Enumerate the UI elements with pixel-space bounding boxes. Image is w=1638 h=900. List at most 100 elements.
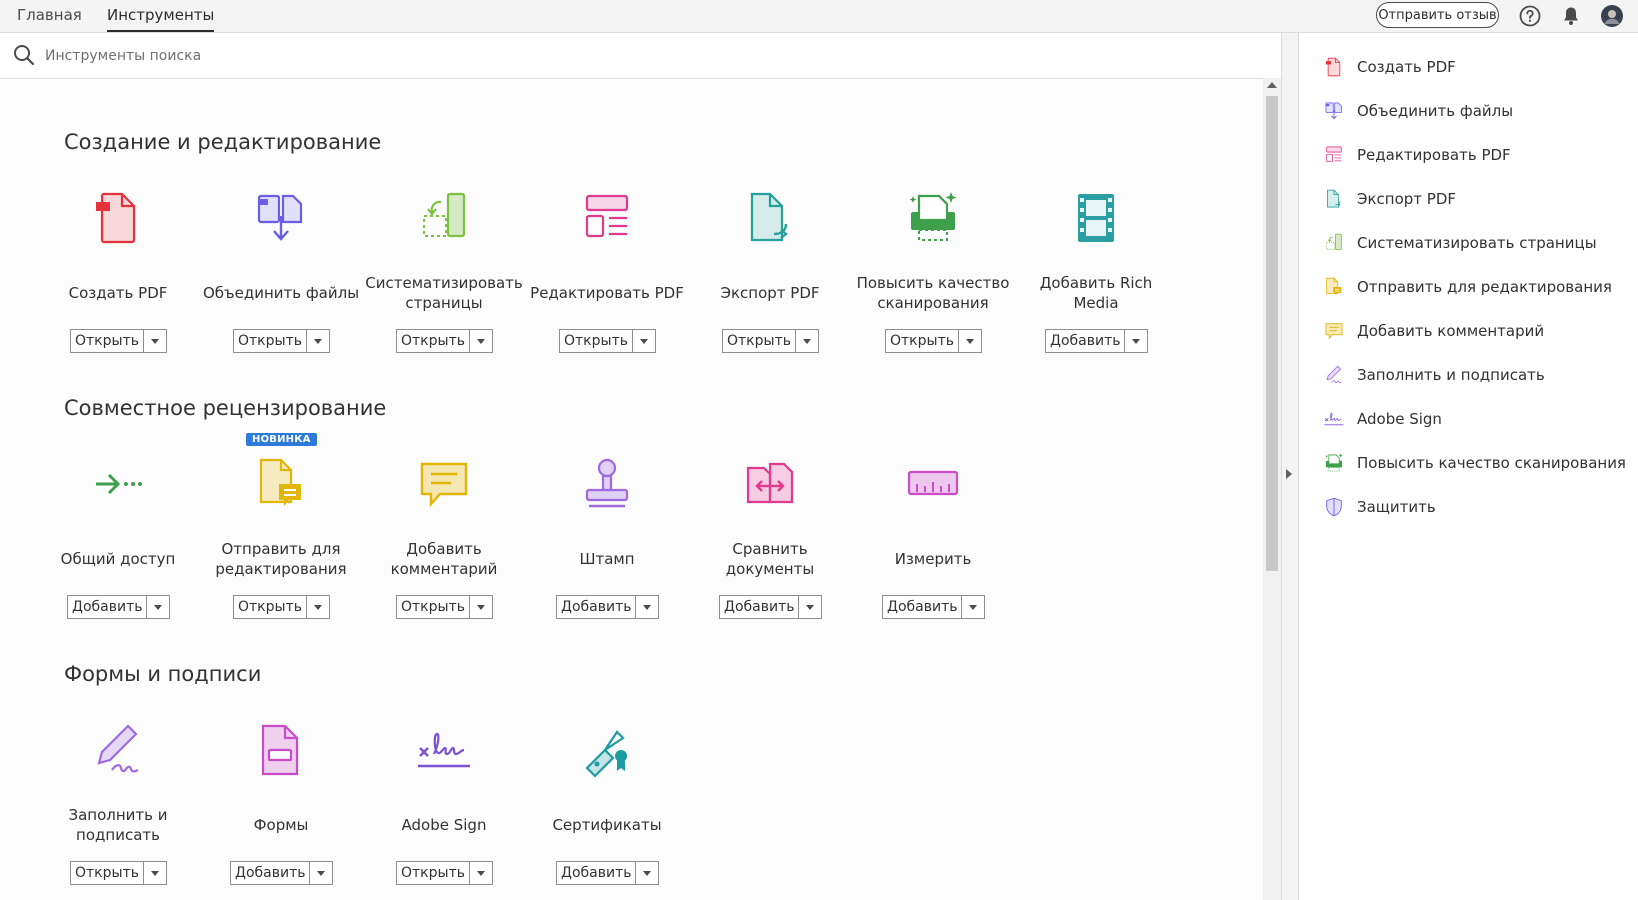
- help-icon[interactable]: [1518, 4, 1542, 28]
- tool-label[interactable]: Повысить качество сканирования: [853, 273, 1013, 313]
- right-pane-item[interactable]: Систематизировать страницы: [1323, 228, 1597, 258]
- tool-label[interactable]: Общий доступ: [38, 549, 198, 569]
- dropdown-arrow-icon[interactable]: [636, 862, 658, 884]
- rich-media-icon[interactable]: [1066, 188, 1126, 248]
- dropdown-arrow-icon[interactable]: [147, 596, 169, 618]
- dropdown-arrow-icon[interactable]: [310, 862, 332, 884]
- right-pane-item[interactable]: Повысить качество сканирования: [1323, 448, 1626, 478]
- dropdown-arrow-icon[interactable]: [1125, 330, 1147, 352]
- tool-label[interactable]: Заполнить и подписать: [38, 805, 198, 845]
- dropdown-arrow-icon[interactable]: [796, 330, 818, 352]
- add-tool-button[interactable]: Добавить: [882, 595, 986, 619]
- dropdown-arrow-icon[interactable]: [636, 596, 658, 618]
- dropdown-arrow-icon[interactable]: [470, 330, 492, 352]
- tool-button-label[interactable]: Открыть: [886, 330, 959, 352]
- tool-button-label[interactable]: Открыть: [71, 862, 144, 884]
- tool-label[interactable]: Сертификаты: [527, 815, 687, 835]
- dropdown-arrow-icon[interactable]: [962, 596, 984, 618]
- tab-home[interactable]: Главная: [17, 0, 82, 32]
- add-tool-button[interactable]: Добавить: [719, 595, 823, 619]
- tool-label[interactable]: Систематизировать страницы: [364, 273, 524, 313]
- tool-label[interactable]: Экспорт PDF: [690, 283, 850, 303]
- search-input[interactable]: [43, 43, 847, 69]
- right-pane-item[interactable]: Объединить файлы: [1323, 96, 1513, 126]
- tool-label[interactable]: Добавить комментарий: [364, 539, 524, 579]
- dropdown-arrow-icon[interactable]: [307, 596, 329, 618]
- tool-label[interactable]: Штамп: [527, 549, 687, 569]
- vertical-scrollbar[interactable]: [1263, 78, 1281, 900]
- bell-icon[interactable]: [1559, 4, 1583, 28]
- dropdown-arrow-icon[interactable]: [470, 596, 492, 618]
- edit-pdf-icon[interactable]: [577, 188, 637, 248]
- adobe-sign-icon[interactable]: [414, 720, 474, 780]
- stamp-icon[interactable]: [577, 454, 637, 514]
- dropdown-arrow-icon[interactable]: [633, 330, 655, 352]
- open-tool-button[interactable]: Открыть: [233, 595, 330, 619]
- open-tool-button[interactable]: Открыть: [396, 329, 493, 353]
- tool-label[interactable]: Adobe Sign: [364, 815, 524, 835]
- certificates-icon[interactable]: [577, 720, 637, 780]
- dropdown-arrow-icon[interactable]: [959, 330, 981, 352]
- tool-button-label[interactable]: Добавить: [883, 596, 963, 618]
- add-tool-button[interactable]: Добавить: [556, 861, 660, 885]
- right-pane-item[interactable]: Защитить: [1323, 492, 1436, 522]
- tool-button-label[interactable]: Добавить: [1046, 330, 1126, 352]
- tool-button-label[interactable]: Открыть: [397, 330, 470, 352]
- right-pane-item[interactable]: Adobe Sign: [1323, 404, 1442, 434]
- add-tool-button[interactable]: Добавить: [556, 595, 660, 619]
- collapse-pane-arrow[interactable]: [1286, 469, 1292, 479]
- tool-label[interactable]: Сравнить документы: [690, 539, 850, 579]
- feedback-button[interactable]: Отправить отзыв: [1376, 2, 1499, 28]
- add-tool-button[interactable]: Добавить: [1045, 329, 1149, 353]
- scroll-up-arrow[interactable]: [1267, 82, 1277, 88]
- right-pane-item[interactable]: Добавить комментарий: [1323, 316, 1544, 346]
- dropdown-arrow-icon[interactable]: [307, 330, 329, 352]
- right-pane-item[interactable]: Редактировать PDF: [1323, 140, 1511, 170]
- dropdown-arrow-icon[interactable]: [470, 862, 492, 884]
- tool-button-label[interactable]: Открыть: [234, 596, 307, 618]
- add-tool-button[interactable]: Добавить: [67, 595, 171, 619]
- tool-label[interactable]: Объединить файлы: [201, 283, 361, 303]
- open-tool-button[interactable]: Открыть: [70, 329, 167, 353]
- tool-label[interactable]: Добавить Rich Media: [1016, 273, 1176, 313]
- measure-icon[interactable]: [903, 454, 963, 514]
- dropdown-arrow-icon[interactable]: [799, 596, 821, 618]
- tool-button-label[interactable]: Добавить: [231, 862, 311, 884]
- compare-icon[interactable]: [740, 454, 800, 514]
- right-pane-item[interactable]: Заполнить и подписать: [1323, 360, 1545, 390]
- forms-icon[interactable]: [251, 720, 311, 780]
- avatar[interactable]: [1600, 4, 1624, 28]
- tool-button-label[interactable]: Открыть: [397, 862, 470, 884]
- tool-button-label[interactable]: Добавить: [68, 596, 148, 618]
- tool-button-label[interactable]: Открыть: [234, 330, 307, 352]
- open-tool-button[interactable]: Открыть: [396, 861, 493, 885]
- open-tool-button[interactable]: Открыть: [70, 861, 167, 885]
- export-pdf-icon[interactable]: [740, 188, 800, 248]
- open-tool-button[interactable]: Открыть: [396, 595, 493, 619]
- dropdown-arrow-icon[interactable]: [144, 330, 166, 352]
- tool-button-label[interactable]: Открыть: [723, 330, 796, 352]
- enhance-scans-icon[interactable]: [903, 188, 963, 248]
- combine-files-icon[interactable]: [251, 188, 311, 248]
- right-pane-item[interactable]: Создать PDF: [1323, 52, 1456, 82]
- tool-button-label[interactable]: Добавить: [557, 862, 637, 884]
- add-tool-button[interactable]: Добавить: [230, 861, 334, 885]
- dropdown-arrow-icon[interactable]: [144, 862, 166, 884]
- send-for-comments-icon[interactable]: [251, 454, 311, 514]
- right-pane-item[interactable]: Отправить для редактирования: [1323, 272, 1612, 302]
- share-icon[interactable]: [88, 454, 148, 514]
- tool-button-label[interactable]: Добавить: [557, 596, 637, 618]
- tool-button-label[interactable]: Добавить: [720, 596, 800, 618]
- tab-tools[interactable]: Инструменты: [107, 0, 215, 32]
- open-tool-button[interactable]: Открыть: [233, 329, 330, 353]
- tool-button-label[interactable]: Открыть: [397, 596, 470, 618]
- open-tool-button[interactable]: Открыть: [885, 329, 982, 353]
- tool-button-label[interactable]: Открыть: [71, 330, 144, 352]
- tool-label[interactable]: Измерить: [853, 549, 1013, 569]
- tool-label[interactable]: Редактировать PDF: [527, 283, 687, 303]
- tool-button-label[interactable]: Открыть: [560, 330, 633, 352]
- fill-sign-icon[interactable]: [88, 720, 148, 780]
- create-pdf-icon[interactable]: [88, 188, 148, 248]
- scroll-thumb[interactable]: [1266, 96, 1278, 571]
- tool-label[interactable]: Создать PDF: [38, 283, 198, 303]
